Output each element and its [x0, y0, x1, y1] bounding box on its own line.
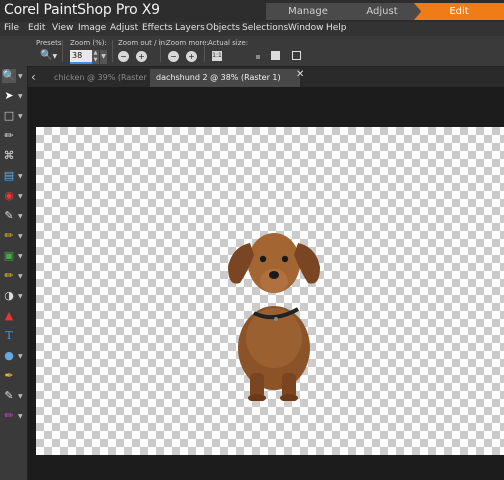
- zoom-more-label: Zoom more:: [166, 39, 209, 47]
- document-tab-chicken[interactable]: chicken @ 39% (Raster 1): [48, 69, 164, 87]
- paint-brush-icon[interactable]: ✏: [2, 229, 16, 243]
- menu-layers[interactable]: Layers: [175, 23, 205, 33]
- picture-tube-icon[interactable]: ▣: [2, 249, 16, 263]
- clone-brush-icon[interactable]: ✎: [2, 209, 16, 223]
- menu-window[interactable]: Window: [288, 23, 324, 33]
- chevron-down-icon: ▼: [52, 53, 58, 60]
- chevron-down-icon[interactable]: ▼: [18, 73, 23, 80]
- text-tool-icon[interactable]: T: [2, 329, 16, 343]
- zoom-tool-icon[interactable]: 🔍: [2, 69, 16, 83]
- dodge-brush-icon[interactable]: ✏: [2, 269, 16, 283]
- selection-tool-icon[interactable]: □: [2, 109, 16, 123]
- actual-size-label: Actual size:: [208, 39, 249, 47]
- fit-window-icon-2[interactable]: [292, 51, 301, 60]
- warp-brush-icon[interactable]: ✎: [2, 389, 16, 403]
- workspace-tab-manage[interactable]: Manage: [266, 3, 350, 20]
- menu-edit[interactable]: Edit: [28, 23, 45, 33]
- chevron-down-icon[interactable]: ▼: [18, 273, 23, 280]
- divider: [112, 40, 113, 62]
- chevron-down-icon[interactable]: ▼: [18, 233, 23, 240]
- chevron-down-icon[interactable]: ▼: [18, 93, 23, 100]
- tools-toolbar: 🔍 ▼ ➤ ▼ □ ▼ ✏ ⌘ ▤ ▼ ◉ ▼ ✎ ▼ ✏ ▼ ▣ ▼ ✏ ▼ ◑ ▼ ▲ T ● ▼…: [0, 66, 28, 480]
- actual-size-icon[interactable]: 1:1: [212, 51, 222, 61]
- chevron-down-icon[interactable]: ▼: [18, 393, 23, 400]
- close-icon[interactable]: ✕: [296, 69, 304, 80]
- chevron-down-icon[interactable]: ▼: [18, 353, 23, 360]
- tool-options-bar: Presets: 🔍▼ Zoom (%): 38 ▲ ▼ ▼ Zoom out /…: [0, 36, 504, 67]
- zoom-percent-input[interactable]: 38: [70, 50, 92, 64]
- title-bar: Corel PaintShop Pro X9 Manage Adjust Edi…: [0, 0, 504, 22]
- presets-dropdown[interactable]: 🔍▼: [40, 50, 57, 61]
- art-media-icon[interactable]: ✏: [2, 409, 16, 423]
- menu-image[interactable]: Image: [78, 23, 106, 33]
- dot-icon: [256, 55, 260, 59]
- menu-objects[interactable]: Objects: [206, 23, 240, 33]
- straighten-tool-icon[interactable]: ▤: [2, 169, 16, 183]
- zoom-more-in-icon[interactable]: +: [186, 51, 197, 62]
- document-tab-dachshund[interactable]: dachshund 2 @ 38% (Raster 1): [150, 69, 300, 87]
- menu-help[interactable]: Help: [326, 23, 347, 33]
- pen-tool-icon[interactable]: ✒: [2, 369, 16, 383]
- menu-effects[interactable]: Effects: [142, 23, 173, 33]
- chevron-down-icon[interactable]: ▼: [18, 193, 23, 200]
- menu-bar: File Edit View Image Adjust Effects Laye…: [0, 22, 504, 36]
- chevron-down-icon[interactable]: ▼: [18, 293, 23, 300]
- dachshund-image: [228, 233, 320, 401]
- workspace-tab-edit[interactable]: Edit: [414, 3, 504, 20]
- chevron-down-icon[interactable]: ▼: [18, 213, 23, 220]
- zoom-preset-icon: 🔍: [40, 50, 53, 61]
- dropper-tool-icon[interactable]: ✏: [2, 129, 16, 143]
- divider: [160, 40, 161, 62]
- divider: [62, 40, 63, 62]
- app-title: Corel PaintShop Pro X9: [4, 2, 160, 18]
- pick-tool-icon[interactable]: ➤: [2, 89, 16, 103]
- lighten-darken-icon[interactable]: ◑: [2, 289, 16, 303]
- chevron-down-icon[interactable]: ▼: [18, 413, 23, 420]
- red-eye-tool-icon[interactable]: ◉: [2, 189, 16, 203]
- zoom-in-icon[interactable]: +: [136, 51, 147, 62]
- preset-shape-icon[interactable]: ●: [2, 349, 16, 363]
- menu-selections[interactable]: Selections: [242, 23, 288, 33]
- zoom-more-out-icon[interactable]: −: [168, 51, 179, 62]
- zoom-spinner[interactable]: ▲ ▼: [92, 50, 99, 64]
- workspace-tab-adjust[interactable]: Adjust: [340, 3, 424, 20]
- crop-tool-icon[interactable]: ⌘: [2, 149, 16, 163]
- document-tabs: ‹ chicken @ 39% (Raster 1) dachshund 2 @…: [28, 67, 504, 87]
- menu-file[interactable]: File: [4, 23, 19, 33]
- chevron-down-icon[interactable]: ▼: [18, 253, 23, 260]
- fit-window-icon[interactable]: [271, 51, 280, 60]
- zoom-out-icon[interactable]: −: [118, 51, 129, 62]
- chevron-down-icon[interactable]: ▼: [18, 173, 23, 180]
- chevron-down-icon[interactable]: ▼: [18, 113, 23, 120]
- divider: [204, 40, 205, 62]
- zoom-dropdown-button[interactable]: ▼: [100, 50, 107, 64]
- image-workspace: [28, 87, 504, 480]
- menu-adjust[interactable]: Adjust: [110, 23, 138, 33]
- eraser-icon[interactable]: ▲: [2, 309, 16, 323]
- menu-view[interactable]: View: [52, 23, 73, 33]
- zoom-label: Zoom (%):: [70, 39, 107, 47]
- chevron-left-icon[interactable]: ‹: [31, 70, 36, 84]
- presets-label: Presets:: [36, 39, 64, 47]
- image-canvas[interactable]: [36, 127, 504, 455]
